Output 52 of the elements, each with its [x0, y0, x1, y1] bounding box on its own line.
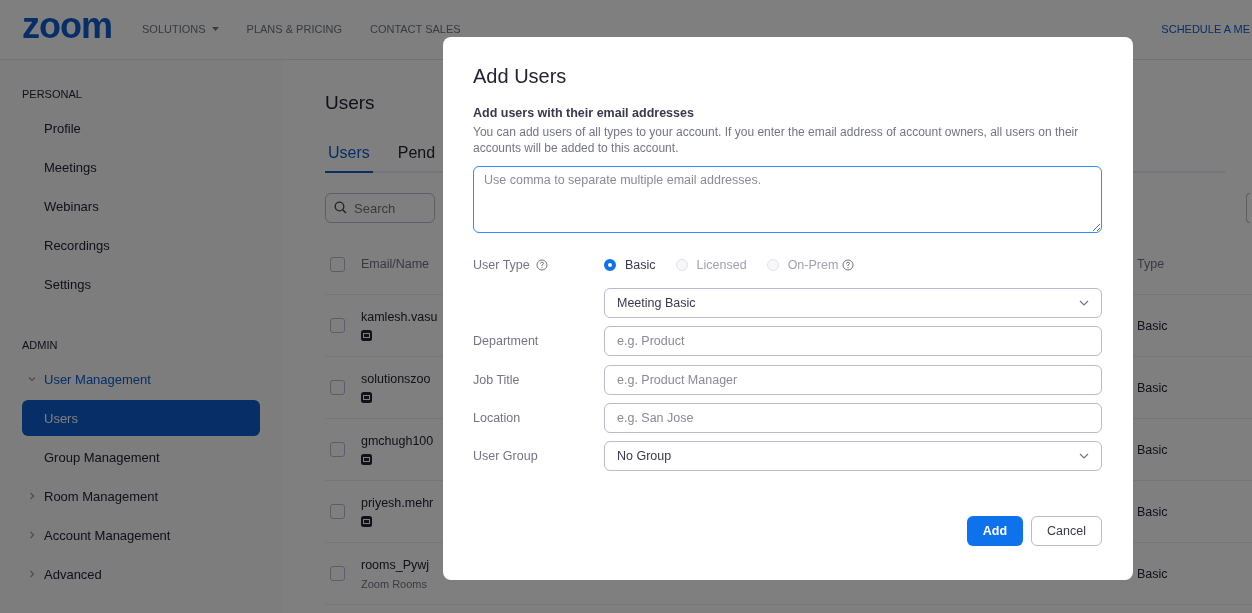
sidebar-item[interactable]: Users — [22, 400, 260, 436]
search-field[interactable]: Search — [325, 193, 435, 223]
column-header: Type — [1137, 257, 1165, 271]
sidebar-item[interactable]: Account Management — [22, 517, 260, 553]
sidebar-item[interactable]: Profile — [22, 110, 260, 146]
section-heading: PERSONAL — [22, 88, 83, 100]
sidebar-item[interactable]: Meetings — [22, 149, 260, 185]
user-email[interactable]: solutionszoo — [361, 372, 431, 386]
table-cell: Basic — [1137, 566, 1168, 581]
zoom-logo[interactable]: zoom — [22, 7, 112, 44]
field-label: Job Title — [473, 372, 520, 387]
tab[interactable]: Users — [325, 138, 373, 173]
dialog-title: Add Users — [473, 65, 568, 88]
user-email[interactable]: kamlesh.vasu — [361, 310, 438, 324]
user-email[interactable]: rooms_Pywj — [361, 557, 430, 572]
add-button[interactable]: Add — [967, 516, 1023, 546]
user-email[interactable]: priyesh.mehr — [361, 496, 434, 510]
text-field[interactable]: e.g. San Jose — [604, 402, 1102, 433]
sidebar-item[interactable]: Group Management — [22, 439, 260, 475]
table-cell: Basic — [1137, 504, 1168, 519]
sidebar-item[interactable]: Recordings — [22, 227, 260, 263]
user-email[interactable]: gmchugh100 — [361, 434, 434, 448]
table-cell: Basic — [1137, 442, 1168, 457]
description-text: You can add users of all types to your account. If you enter the email address of account owners, all users on their accounts will be added to this account. — [473, 124, 1080, 156]
plan-select[interactable]: Meeting Basic — [604, 288, 1102, 319]
section-heading: ADMIN — [22, 339, 59, 351]
field-label: User Group — [473, 448, 538, 463]
email-input-area[interactable]: Use comma to separate multiple email addresses. — [473, 166, 1102, 233]
page-title: Users — [325, 92, 375, 114]
field-label: User Type — [473, 257, 530, 272]
nav-link[interactable]: CONTACT SALES — [369, 22, 461, 35]
sidebar-item[interactable]: Room Management — [22, 478, 260, 514]
nav-link[interactable]: PLANS & PRICING — [246, 22, 342, 35]
field-label: Location — [473, 410, 521, 425]
group-select[interactable]: No Group — [604, 440, 1102, 471]
field-label: Department — [473, 334, 539, 349]
section-subtitle: Add users with their email addresses — [473, 106, 695, 120]
cancel-button[interactable]: Cancel — [1031, 516, 1102, 546]
radio-option[interactable]: Basic — [604, 257, 656, 272]
nav-link[interactable]: SOLUTIONS — [142, 22, 219, 35]
sidebar-item[interactable]: Webinars — [22, 188, 260, 224]
table-cell: Basic — [1137, 380, 1168, 395]
schedule-meeting-link[interactable]: SCHEDULE A ME — [1161, 22, 1252, 35]
sidebar-item[interactable]: Settings — [22, 266, 260, 302]
text-field[interactable]: e.g. Product — [604, 326, 1102, 357]
column-header: Email/Name — [361, 257, 430, 271]
table-cell: Basic — [1137, 318, 1168, 333]
sidebar-item[interactable]: User Management — [22, 361, 260, 397]
text-field[interactable]: e.g. Product Manager — [604, 364, 1102, 395]
user-subtitle: Zoom Rooms — [361, 577, 428, 590]
sidebar-item[interactable]: Advanced — [22, 556, 260, 592]
tab[interactable]: Pend — [394, 138, 439, 173]
